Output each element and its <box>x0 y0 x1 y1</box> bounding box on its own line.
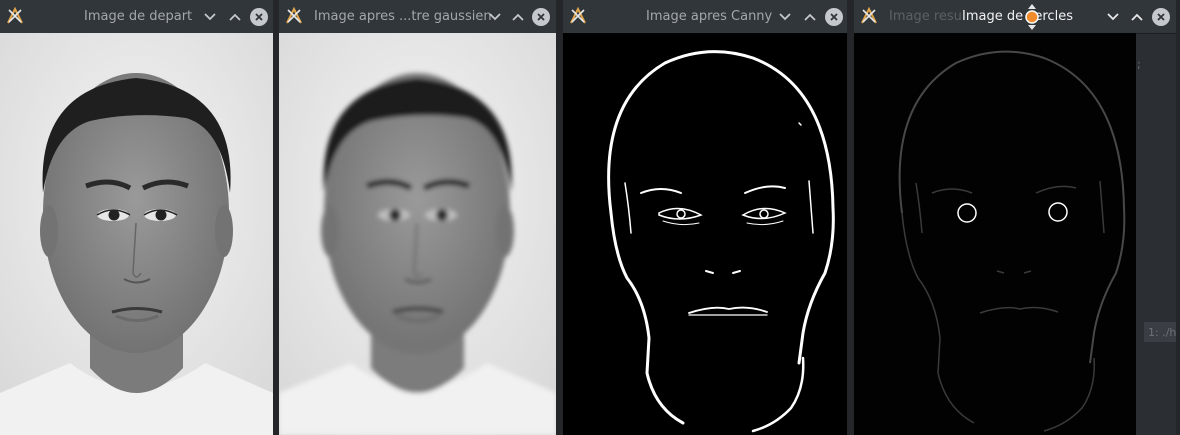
maximize-button[interactable] <box>509 8 527 26</box>
window-titlebar[interactable]: Image de depart <box>0 0 273 34</box>
blurred-face-photo <box>279 33 556 435</box>
close-icon <box>537 13 545 21</box>
app-logo-icon <box>286 7 302 24</box>
minimize-chevron-icon <box>779 13 791 21</box>
close-button[interactable] <box>250 8 268 26</box>
close-button[interactable] <box>825 8 843 26</box>
minimize-button[interactable] <box>1104 8 1122 26</box>
canny-edges-image <box>563 33 847 435</box>
minimize-button[interactable] <box>486 8 504 26</box>
maximize-chevron-icon <box>1131 13 1143 21</box>
maximize-button[interactable] <box>1128 8 1146 26</box>
image-canvas <box>279 33 556 435</box>
maximize-chevron-icon <box>512 13 524 21</box>
window-image-apres-filtre-gaussien[interactable]: Image apres ...tre gaussien <box>279 0 556 435</box>
maximize-chevron-icon <box>804 13 816 21</box>
window-image-de-depart[interactable]: Image de depart <box>0 0 273 435</box>
image-canvas <box>0 33 273 435</box>
face-photo <box>0 33 273 435</box>
window-image-de-cercles[interactable]: Image resu Image de cercles ; 1: ./h <box>854 0 1176 435</box>
close-button[interactable] <box>1152 8 1170 26</box>
minimize-button[interactable] <box>201 8 219 26</box>
detected-circles-image <box>854 33 1136 435</box>
maximize-button[interactable] <box>801 8 819 26</box>
window-title: Image de cercles <box>962 9 1073 24</box>
window-titlebar[interactable]: Image apres ...tre gaussien <box>279 0 556 34</box>
close-button[interactable] <box>532 8 550 26</box>
move-cursor-icon <box>1025 4 1039 30</box>
window-title: Image apres Canny <box>646 9 773 24</box>
minimize-button[interactable] <box>776 8 794 26</box>
window-image-apres-canny[interactable]: Image apres Canny <box>563 0 847 435</box>
background-path-hint: 1: ./ha <box>1148 326 1176 339</box>
window-titlebar[interactable]: Image apres Canny <box>563 0 847 34</box>
image-canvas <box>563 33 847 435</box>
window-titlebar[interactable]: Image resu Image de cercles <box>854 0 1176 34</box>
maximize-button[interactable] <box>226 8 244 26</box>
window-title: Image de depart <box>84 9 193 24</box>
window-title: Image apres ...tre gaussien <box>314 9 492 24</box>
app-logo-icon <box>861 7 877 24</box>
close-icon <box>830 13 838 21</box>
maximize-chevron-icon <box>229 13 241 21</box>
close-icon <box>255 13 263 21</box>
image-canvas <box>854 33 1136 435</box>
background-semicolon: ; <box>1137 58 1141 71</box>
app-logo-icon <box>7 7 23 24</box>
app-logo-icon <box>570 7 586 24</box>
minimize-chevron-icon <box>1107 13 1119 21</box>
minimize-chevron-icon <box>489 13 501 21</box>
minimize-chevron-icon <box>204 13 216 21</box>
background-terminal-tab: 1: ./ha <box>1144 322 1176 342</box>
close-icon <box>1157 13 1165 21</box>
window-title-behind: Image resu <box>889 9 962 24</box>
